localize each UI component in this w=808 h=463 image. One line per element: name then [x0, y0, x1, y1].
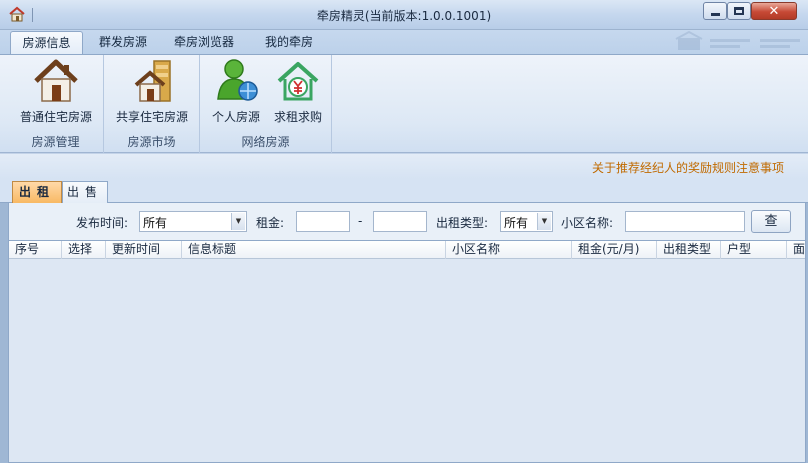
tab-my-account[interactable]: 我的牵房 — [254, 31, 324, 54]
referral-notice-link[interactable]: 关于推荐经纪人的奖励规则注意事项 — [592, 159, 784, 176]
normal-house-label: 普通住宅房源 — [19, 110, 92, 124]
tab-mass-post[interactable]: 群发房源 — [90, 31, 156, 54]
publish-time-label: 发布时间: — [76, 216, 129, 230]
watermark-graphic — [675, 30, 800, 50]
listings-table[interactable]: 序号 选择 更新时间 信息标题 小区名称 租金(元/月) 出租类型 户型 面 — [8, 240, 806, 463]
shared-house-label: 共享住宅房源 — [115, 110, 188, 124]
ribbon-panel: 普通住宅房源 房源管理 共享住宅房源 房源市场 个人房源 求租求购 网络房源 — [0, 54, 808, 153]
house-icon — [34, 59, 78, 102]
column-header-index[interactable]: 序号 — [9, 241, 62, 259]
shared-house-icon — [134, 60, 171, 102]
group-listing-market: 共享住宅房源 房源市场 — [104, 55, 200, 153]
close-icon: ✕ — [768, 3, 780, 19]
rent-range-separator: - — [358, 214, 363, 228]
rent-min-input[interactable] — [296, 211, 350, 232]
minimize-button[interactable] — [703, 2, 727, 20]
rent-type-select[interactable]: 所有 ▼ — [500, 211, 553, 232]
close-button[interactable]: ✕ — [751, 2, 797, 20]
rent-max-input[interactable] — [373, 211, 427, 232]
shared-house-button[interactable]: 共享住宅房源 — [108, 57, 196, 125]
maximize-icon — [734, 7, 744, 15]
publish-time-select[interactable]: 所有 ▼ — [139, 211, 247, 232]
notice-bar: 关于推荐经纪人的奖励规则注意事项 — [0, 153, 808, 179]
ribbon-tab-bar: 房源信息 群发房源 牵房浏览器 我的牵房 — [0, 30, 808, 54]
group-label-market: 房源市场 — [127, 135, 176, 149]
column-header-area[interactable]: 面 — [787, 241, 805, 259]
group-label-online: 网络房源 — [241, 135, 290, 149]
column-header-select[interactable]: 选择 — [62, 241, 106, 259]
column-header-community[interactable]: 小区名称 — [446, 241, 572, 259]
column-header-rent[interactable]: 租金(元/月) — [572, 241, 657, 259]
column-header-updated[interactable]: 更新时间 — [106, 241, 182, 259]
tab-listing-info[interactable]: 房源信息 — [10, 31, 83, 54]
tab-browser[interactable]: 牵房浏览器 — [164, 31, 244, 54]
table-header: 序号 选择 更新时间 信息标题 小区名称 租金(元/月) 出租类型 户型 面 — [9, 241, 805, 259]
title-bar: 牵房精灵(当前版本:1.0.0.1001) ✕ — [0, 0, 808, 30]
dropdown-arrow-icon: ▼ — [231, 213, 245, 230]
rent-label: 租金: — [256, 216, 285, 230]
rent-buy-request-button[interactable]: 求租求购 — [266, 57, 330, 125]
group-listing-management: 普通住宅房源 房源管理 — [8, 55, 104, 153]
minimize-icon — [710, 12, 720, 16]
personal-listing-label: 个人房源 — [211, 110, 260, 124]
personal-listing-button[interactable]: 个人房源 — [204, 57, 268, 125]
normal-house-button[interactable]: 普通住宅房源 — [12, 57, 100, 125]
dropdown-arrow-icon: ▼ — [537, 213, 551, 230]
listing-type-tabs: 出租 出售 — [0, 179, 808, 203]
tab-sale[interactable]: 出售 — [62, 181, 108, 203]
column-header-rent-type[interactable]: 出租类型 — [657, 241, 721, 259]
person-globe-icon — [217, 59, 258, 101]
tab-rent[interactable]: 出租 — [12, 181, 62, 203]
publish-time-value: 所有 — [143, 216, 168, 230]
search-button[interactable]: 查 — [751, 210, 791, 233]
filter-bar: 发布时间: 所有 ▼ 租金: - 出租类型: 所有 ▼ 小区名称: 查 — [8, 203, 806, 240]
group-online-listings: 个人房源 求租求购 网络房源 — [200, 55, 332, 153]
maximize-button[interactable] — [727, 2, 751, 20]
column-header-title[interactable]: 信息标题 — [182, 241, 446, 259]
window-title: 牵房精灵(当前版本:1.0.0.1001) — [316, 9, 492, 23]
rent-type-label: 出租类型: — [436, 216, 489, 230]
community-input[interactable] — [625, 211, 745, 232]
community-label: 小区名称: — [561, 216, 614, 230]
rent-type-value: 所有 — [504, 216, 529, 230]
column-header-layout[interactable]: 户型 — [721, 241, 787, 259]
yen-house-icon — [277, 62, 319, 101]
rent-buy-request-label: 求租求购 — [273, 110, 322, 124]
group-label-management: 房源管理 — [31, 135, 80, 149]
